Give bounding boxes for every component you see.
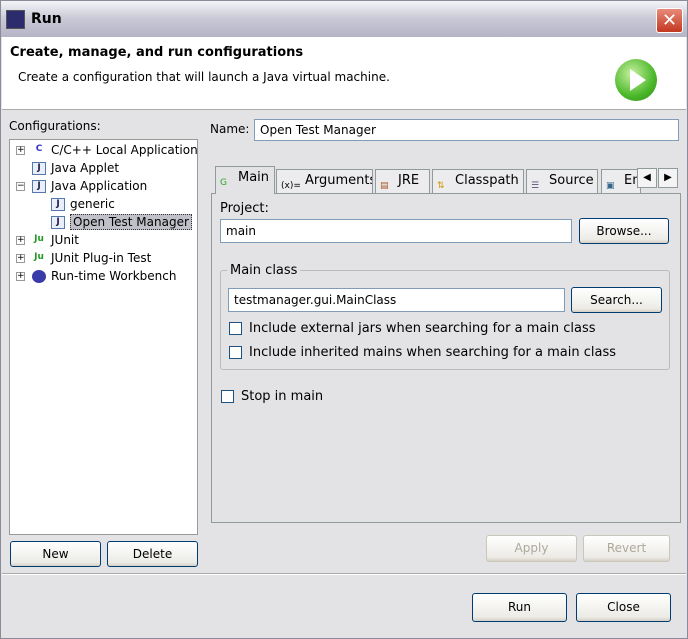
tab-scroll-left-button[interactable]: ◀ [637, 168, 657, 188]
tree-item-label: Run-time Workbench [51, 269, 177, 283]
cpp-icon: C [35, 144, 43, 154]
java-app-icon: J [51, 216, 65, 229]
configurations-label: Configurations: [9, 119, 101, 133]
tab-label: Main [238, 170, 270, 185]
browse-button[interactable]: Browse... [579, 218, 669, 244]
classpath-icon: ⇅ [437, 180, 445, 191]
include-external-label: Include external jars when searching for… [249, 321, 596, 336]
tree-item-label: Open Test Manager [70, 214, 192, 230]
junit-icon: Ju [34, 234, 44, 244]
configurations-tree[interactable]: + C C/C++ Local Application J Java Applet … [9, 139, 198, 535]
main-tab-icon: G [220, 177, 227, 188]
include-inherited-label: Include inherited mains when searching f… [249, 345, 617, 360]
tab-label: Arguments [305, 173, 373, 188]
new-button[interactable]: New [10, 541, 101, 567]
project-input[interactable]: main [220, 219, 572, 243]
tree-item-label: Java Application [51, 179, 148, 193]
revert-button[interactable]: Revert [583, 535, 670, 562]
stop-in-main-label: Stop in main [241, 389, 324, 404]
tab-label: Source [549, 173, 594, 188]
title-bar: Run ✕ [1, 1, 687, 37]
tab-jre[interactable]: ▤ JRE [375, 169, 430, 193]
expand-icon[interactable]: + [16, 236, 25, 245]
header-description: Create a configuration that will launch … [18, 70, 390, 84]
eclipse-icon [6, 10, 25, 29]
expand-icon[interactable]: + [16, 272, 25, 281]
search-button[interactable]: Search... [571, 287, 662, 313]
header-title: Create, manage, and run configurations [10, 45, 304, 60]
include-external-checkbox[interactable] [229, 322, 242, 335]
environment-icon: ▣ [606, 180, 615, 191]
tree-item-label: JUnit Plug-in Test [51, 251, 152, 265]
tab-classpath[interactable]: ⇅ Classpath [432, 169, 524, 193]
dialog-header: Create, manage, and run configurations C… [2, 37, 686, 110]
tree-item-label: JUnit [51, 233, 79, 247]
tree-item-label: generic [70, 197, 115, 211]
collapse-icon[interactable]: − [16, 182, 25, 191]
tab-source[interactable]: ☰ Source [526, 169, 598, 193]
window-title: Run [31, 11, 62, 27]
stop-in-main-checkbox[interactable] [221, 390, 234, 403]
tab-scroll-right-button[interactable]: ▶ [658, 168, 678, 188]
run-button[interactable]: Run [472, 593, 567, 622]
expand-icon[interactable]: + [16, 146, 25, 155]
tree-item-java-application[interactable]: J Java Application [32, 178, 147, 195]
source-icon: ☰ [531, 180, 540, 191]
tab-arguments[interactable]: (x)= Arguments [276, 169, 373, 193]
java-applet-icon: J [32, 162, 46, 175]
jre-icon: ▤ [380, 180, 389, 191]
java-app-icon: J [32, 180, 46, 193]
tree-item-java-applet[interactable]: J Java Applet [32, 160, 119, 177]
arguments-icon: (x)= [281, 180, 301, 191]
name-label: Name: [210, 122, 250, 136]
include-inherited-checkbox[interactable] [229, 346, 242, 359]
name-input[interactable]: Open Test Manager [254, 119, 679, 141]
tab-label: Classpath [455, 173, 519, 188]
tab-environment[interactable]: ▣ En [601, 169, 641, 193]
delete-button[interactable]: Delete [107, 541, 198, 567]
java-app-icon: J [51, 198, 65, 211]
tree-item-label: C/C++ Local Application [51, 143, 198, 157]
main-class-input[interactable]: testmanager.gui.MainClass [228, 288, 565, 312]
run-dialog: Run ✕ Create, manage, and run configurat… [0, 0, 688, 639]
tab-label: JRE [398, 173, 420, 188]
tree-item-cpp[interactable]: C C/C++ Local Application [32, 142, 198, 159]
tree-item-label: Java Applet [51, 161, 120, 175]
workbench-icon [32, 270, 46, 283]
tree-item-junit[interactable]: Ju JUnit [32, 232, 79, 249]
separator [2, 573, 686, 575]
junit-plugin-icon: Ju [34, 252, 44, 262]
tree-item-runtime-workbench[interactable]: Run-time Workbench [32, 268, 176, 285]
main-class-label: Main class [227, 263, 301, 278]
tab-main[interactable]: G Main [215, 166, 275, 194]
tree-item-open-test-manager[interactable]: J Open Test Manager [51, 214, 192, 231]
apply-button[interactable]: Apply [486, 535, 577, 562]
close-button[interactable]: Close [576, 593, 671, 622]
project-label: Project: [220, 201, 269, 216]
tree-item-generic[interactable]: Jgeneric [51, 196, 115, 213]
run-icon [615, 59, 657, 101]
tree-item-junit-plugin[interactable]: Ju JUnit Plug-in Test [32, 250, 151, 267]
expand-icon[interactable]: + [16, 254, 25, 263]
close-window-button[interactable]: ✕ [656, 8, 683, 33]
